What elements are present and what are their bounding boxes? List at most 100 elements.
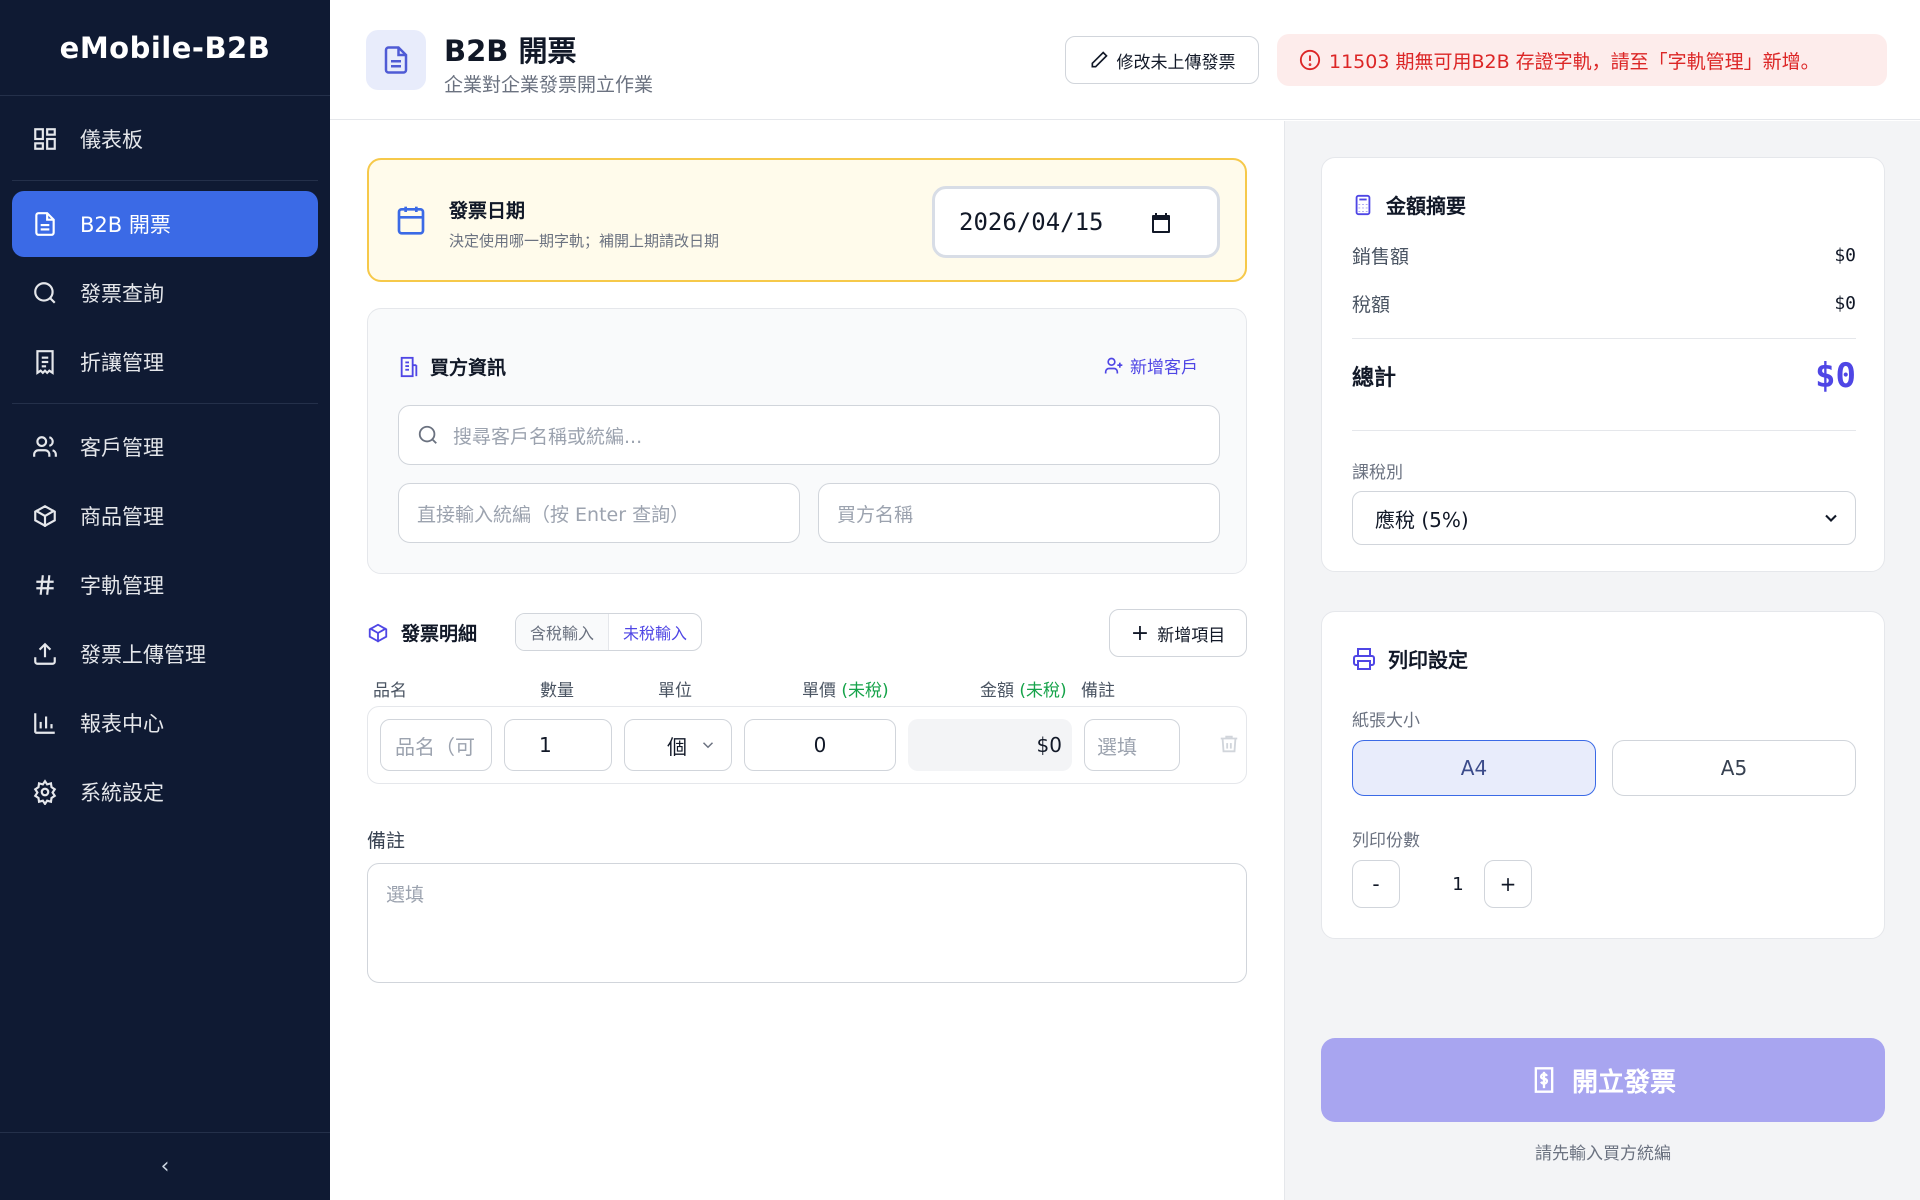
add-item-label: 新增項目 <box>1157 625 1226 646</box>
details-title-text: 發票明細 <box>401 623 478 645</box>
divider <box>1352 338 1856 339</box>
buyer-name-input[interactable]: 買方名稱 <box>818 483 1220 543</box>
invoice-date-input[interactable]: 2026/04/15 <box>932 186 1220 258</box>
calendar-picker-icon[interactable] <box>1149 211 1173 241</box>
sidebar-item-products[interactable]: 商品管理 <box>12 483 318 549</box>
paper-a5-button[interactable]: A5 <box>1612 740 1856 796</box>
item-qty-value: 1 <box>539 733 552 757</box>
sidebar-item-label: 商品管理 <box>80 505 164 529</box>
add-item-button[interactable]: + 新增項目 <box>1109 609 1247 657</box>
alert-text: 11503 期無可用B2B 存證字軌，請至「字軌管理」新增。 <box>1329 50 1820 73</box>
hash-icon <box>30 570 60 600</box>
column-header-qty: 數量 <box>540 681 574 701</box>
item-amount: $0 <box>908 719 1072 771</box>
item-remark-input[interactable]: 選填 <box>1084 719 1180 771</box>
dashboard-icon <box>30 124 60 154</box>
invoice-dollar-icon <box>1530 1066 1558 1094</box>
chevron-down-icon <box>1821 508 1841 528</box>
page-subtitle: 企業對企業發票開立作業 <box>444 74 654 96</box>
note-textarea[interactable]: 選填 <box>367 863 1247 983</box>
search-placeholder: 搜尋客戶名稱或統編... <box>453 425 643 448</box>
sidebar-item-tracks[interactable]: 字軌管理 <box>12 552 318 618</box>
column-header-unit: 單位 <box>658 681 692 701</box>
sidebar-item-invoice-query[interactable]: 發票查詢 <box>12 260 318 326</box>
item-unit-value: 個 <box>667 734 687 759</box>
calculator-icon <box>1352 194 1374 216</box>
sidebar-item-label: B2B 開票 <box>80 213 171 237</box>
mode-tax-excluded[interactable]: 未稅輸入 <box>608 614 701 650</box>
total-row: 總計 $0 <box>1352 356 1856 396</box>
sales-label: 銷售額 <box>1352 246 1410 268</box>
search-icon <box>30 278 60 308</box>
tax-label: 稅額 <box>1352 294 1391 316</box>
edit-unuploaded-button[interactable]: 修改未上傳發票 <box>1065 36 1259 84</box>
item-price-input[interactable]: 0 <box>744 719 896 771</box>
details-title: 發票明細 <box>367 619 477 646</box>
invoice-date-card: 發票日期 決定使用哪一期字軌；補開上期請改日期 2026/04/15 <box>367 158 1247 282</box>
tax-id-input[interactable]: 直接輸入統編（按 Enter 查詢） <box>398 483 800 543</box>
summary-title-text: 金額摘要 <box>1386 194 1466 218</box>
users-icon <box>30 432 60 462</box>
buyer-title-text: 買方資訊 <box>430 357 507 379</box>
sidebar-item-label: 發票上傳管理 <box>80 643 206 667</box>
calendar-icon <box>395 204 427 240</box>
sidebar-item-dashboard[interactable]: 儀表板 <box>12 106 318 172</box>
sidebar-item-customers[interactable]: 客戶管理 <box>12 414 318 480</box>
add-customer-label: 新增客戶 <box>1130 358 1198 378</box>
buyer-name-placeholder: 買方名稱 <box>837 503 914 526</box>
invoice-details-header: 發票明細 含稅輸入 未稅輸入 + 新增項目 <box>367 609 1247 657</box>
copies-label: 列印份數 <box>1352 831 1420 851</box>
tax-type-label: 課稅別 <box>1352 463 1403 483</box>
tax-value: $0 <box>1834 293 1856 314</box>
paper-a4-button[interactable]: A4 <box>1352 740 1596 796</box>
plus-icon: + <box>1130 620 1150 646</box>
print-title: 列印設定 <box>1352 644 1468 673</box>
page-header: B2B 開票 企業對企業發票開立作業 修改未上傳發票 11503 期無可用B2B… <box>330 0 1920 120</box>
sidebar-item-upload[interactable]: 發票上傳管理 <box>12 621 318 687</box>
edit-button-label: 修改未上傳發票 <box>1116 52 1236 73</box>
item-remark-placeholder: 選填 <box>1097 734 1137 759</box>
pencil-icon <box>1089 50 1109 70</box>
sidebar-item-b2b-invoice[interactable]: B2B 開票 <box>12 191 318 257</box>
search-icon <box>417 424 439 446</box>
item-amount-value: $0 <box>1036 733 1062 757</box>
tax-row: 稅額 $0 <box>1352 290 1856 317</box>
note-label: 備註 <box>367 830 406 852</box>
item-qty-input[interactable]: 1 <box>504 719 612 771</box>
sidebar-item-settings[interactable]: 系統設定 <box>12 759 318 825</box>
sidebar-item-reports[interactable]: 報表中心 <box>12 690 318 756</box>
sidebar-item-label: 折讓管理 <box>80 351 164 375</box>
mode-tax-included[interactable]: 含稅輸入 <box>516 614 609 650</box>
item-name-placeholder: 品名（可 <box>395 734 475 759</box>
tax-input-mode-toggle: 含稅輸入 未稅輸入 <box>515 613 703 651</box>
price-note: (未稅) <box>841 681 889 701</box>
date-hint: 決定使用哪一期字軌；補開上期請改日期 <box>449 232 720 250</box>
sales-row: 銷售額 $0 <box>1352 242 1856 269</box>
item-unit-select[interactable]: 個 <box>624 719 732 771</box>
print-settings-card: 列印設定 紙張大小 A4 A5 列印份數 - 1 + <box>1321 611 1885 939</box>
customer-search-input[interactable]: 搜尋客戶名稱或統編... <box>398 405 1220 465</box>
column-header-remark: 備註 <box>1081 681 1115 701</box>
date-title: 發票日期 <box>449 200 526 222</box>
column-header-price: 單價 (未稅) <box>802 676 889 701</box>
nav-divider <box>12 403 318 404</box>
total-label: 總計 <box>1352 366 1397 391</box>
building-icon <box>398 356 420 378</box>
paper-size-label: 紙張大小 <box>1352 711 1420 731</box>
copies-decrement-button[interactable]: - <box>1352 860 1400 908</box>
sidebar-item-label: 儀表板 <box>80 128 143 152</box>
trash-icon[interactable] <box>1218 733 1240 755</box>
buyer-info-card: 買方資訊 新增客戶 搜尋客戶名稱或統編... 直接輸入統編（按 Enter 查詢… <box>367 308 1247 574</box>
page-title: B2B 開票 <box>444 34 577 68</box>
item-name-input[interactable]: 品名（可 <box>380 719 492 771</box>
copies-increment-button[interactable]: + <box>1484 860 1532 908</box>
invoice-form: 發票日期 決定使用哪一期字軌；補開上期請改日期 2026/04/15 買方資訊 … <box>330 121 1284 1200</box>
sidebar-item-allowance[interactable]: 折讓管理 <box>12 329 318 395</box>
sidebar-collapse-button[interactable]: ‹ <box>0 1132 330 1200</box>
add-customer-button[interactable]: 新增客戶 <box>1104 353 1198 378</box>
issue-invoice-button[interactable]: 開立發票 <box>1321 1038 1885 1122</box>
buyer-title: 買方資訊 <box>398 353 506 380</box>
tax-type-select[interactable]: 應稅 (5%) <box>1352 491 1856 545</box>
copies-value: 1 <box>1452 873 1464 895</box>
track-alert: 11503 期無可用B2B 存證字軌，請至「字軌管理」新增。 <box>1277 34 1887 86</box>
